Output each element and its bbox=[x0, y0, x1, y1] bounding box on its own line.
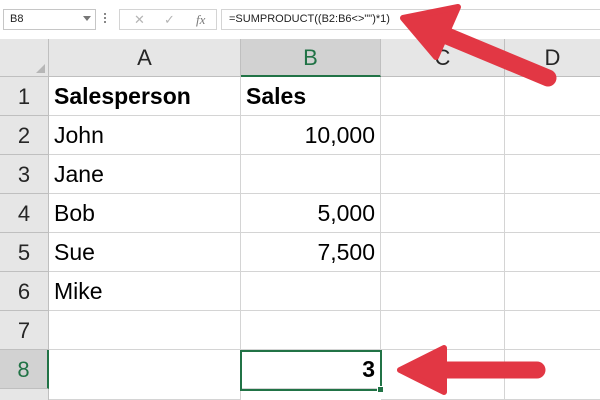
cell-a4[interactable]: Bob bbox=[49, 194, 241, 233]
name-box-value: B8 bbox=[10, 13, 24, 25]
cell-d6[interactable] bbox=[505, 272, 600, 311]
row-header-8[interactable]: 8 bbox=[0, 350, 49, 389]
row-header-3[interactable]: 3 bbox=[0, 155, 49, 194]
formula-bar-area: B8 ✕ ✓ fx =SUMPRODUCT((B2:B6<>"")*1) bbox=[0, 0, 600, 39]
cell-a2[interactable]: John bbox=[49, 116, 241, 155]
chevron-down-icon[interactable] bbox=[83, 16, 91, 21]
cell-d7[interactable] bbox=[505, 311, 600, 350]
formula-text: =SUMPRODUCT((B2:B6<>"")*1) bbox=[229, 13, 390, 25]
cell-a1[interactable]: Salesperson bbox=[49, 77, 241, 116]
cell-c6[interactable] bbox=[381, 272, 505, 311]
cell-c8[interactable] bbox=[381, 350, 505, 400]
active-cell-border bbox=[240, 350, 382, 391]
cell-c1[interactable] bbox=[381, 77, 505, 116]
column-header-b[interactable]: B bbox=[241, 39, 381, 77]
cell-c7[interactable] bbox=[381, 311, 505, 350]
cell-d2[interactable] bbox=[505, 116, 600, 155]
cell-c4[interactable] bbox=[381, 194, 505, 233]
cell-b4[interactable]: 5,000 bbox=[241, 194, 381, 233]
cell-b5[interactable]: 7,500 bbox=[241, 233, 381, 272]
row-header-7[interactable]: 7 bbox=[0, 311, 49, 350]
name-box[interactable]: B8 bbox=[3, 9, 96, 30]
cell-b1[interactable]: Sales bbox=[241, 77, 381, 116]
cell-c3[interactable] bbox=[381, 155, 505, 194]
row-header-9[interactable] bbox=[0, 389, 49, 400]
cell-b2[interactable]: 10,000 bbox=[241, 116, 381, 155]
cell-c2[interactable] bbox=[381, 116, 505, 155]
cell-a8[interactable] bbox=[49, 350, 241, 400]
cell-a7[interactable] bbox=[49, 311, 241, 350]
row-header-1[interactable]: 1 bbox=[0, 77, 49, 116]
cancel-icon[interactable]: ✕ bbox=[134, 12, 145, 28]
insert-function-icon[interactable]: fx bbox=[196, 12, 205, 28]
cell-b3[interactable] bbox=[241, 155, 381, 194]
cell-b7[interactable] bbox=[241, 311, 381, 350]
cell-c5[interactable] bbox=[381, 233, 505, 272]
cell-a5[interactable]: Sue bbox=[49, 233, 241, 272]
row-header-6[interactable]: 6 bbox=[0, 272, 49, 311]
cell-d3[interactable] bbox=[505, 155, 600, 194]
cell-d8[interactable] bbox=[505, 350, 600, 400]
cell-d5[interactable] bbox=[505, 233, 600, 272]
cell-a6[interactable]: Mike bbox=[49, 272, 241, 311]
row-header-2[interactable]: 2 bbox=[0, 116, 49, 155]
row-header-5[interactable]: 5 bbox=[0, 233, 49, 272]
formula-controls: ✕ ✓ fx bbox=[119, 9, 217, 30]
column-header-c[interactable]: C bbox=[381, 39, 505, 77]
cell-d4[interactable] bbox=[505, 194, 600, 233]
check-icon[interactable]: ✓ bbox=[164, 12, 175, 28]
column-header-a[interactable]: A bbox=[49, 39, 241, 77]
drag-handle-icon[interactable] bbox=[103, 11, 107, 27]
cell-d1[interactable] bbox=[505, 77, 600, 116]
cell-b6[interactable] bbox=[241, 272, 381, 311]
row-header-4[interactable]: 4 bbox=[0, 194, 49, 233]
fill-handle[interactable] bbox=[377, 386, 384, 393]
select-all-corner[interactable] bbox=[0, 39, 49, 77]
formula-input[interactable]: =SUMPRODUCT((B2:B6<>"")*1) bbox=[221, 9, 600, 30]
cell-a3[interactable]: Jane bbox=[49, 155, 241, 194]
column-header-d[interactable]: D bbox=[505, 39, 600, 77]
